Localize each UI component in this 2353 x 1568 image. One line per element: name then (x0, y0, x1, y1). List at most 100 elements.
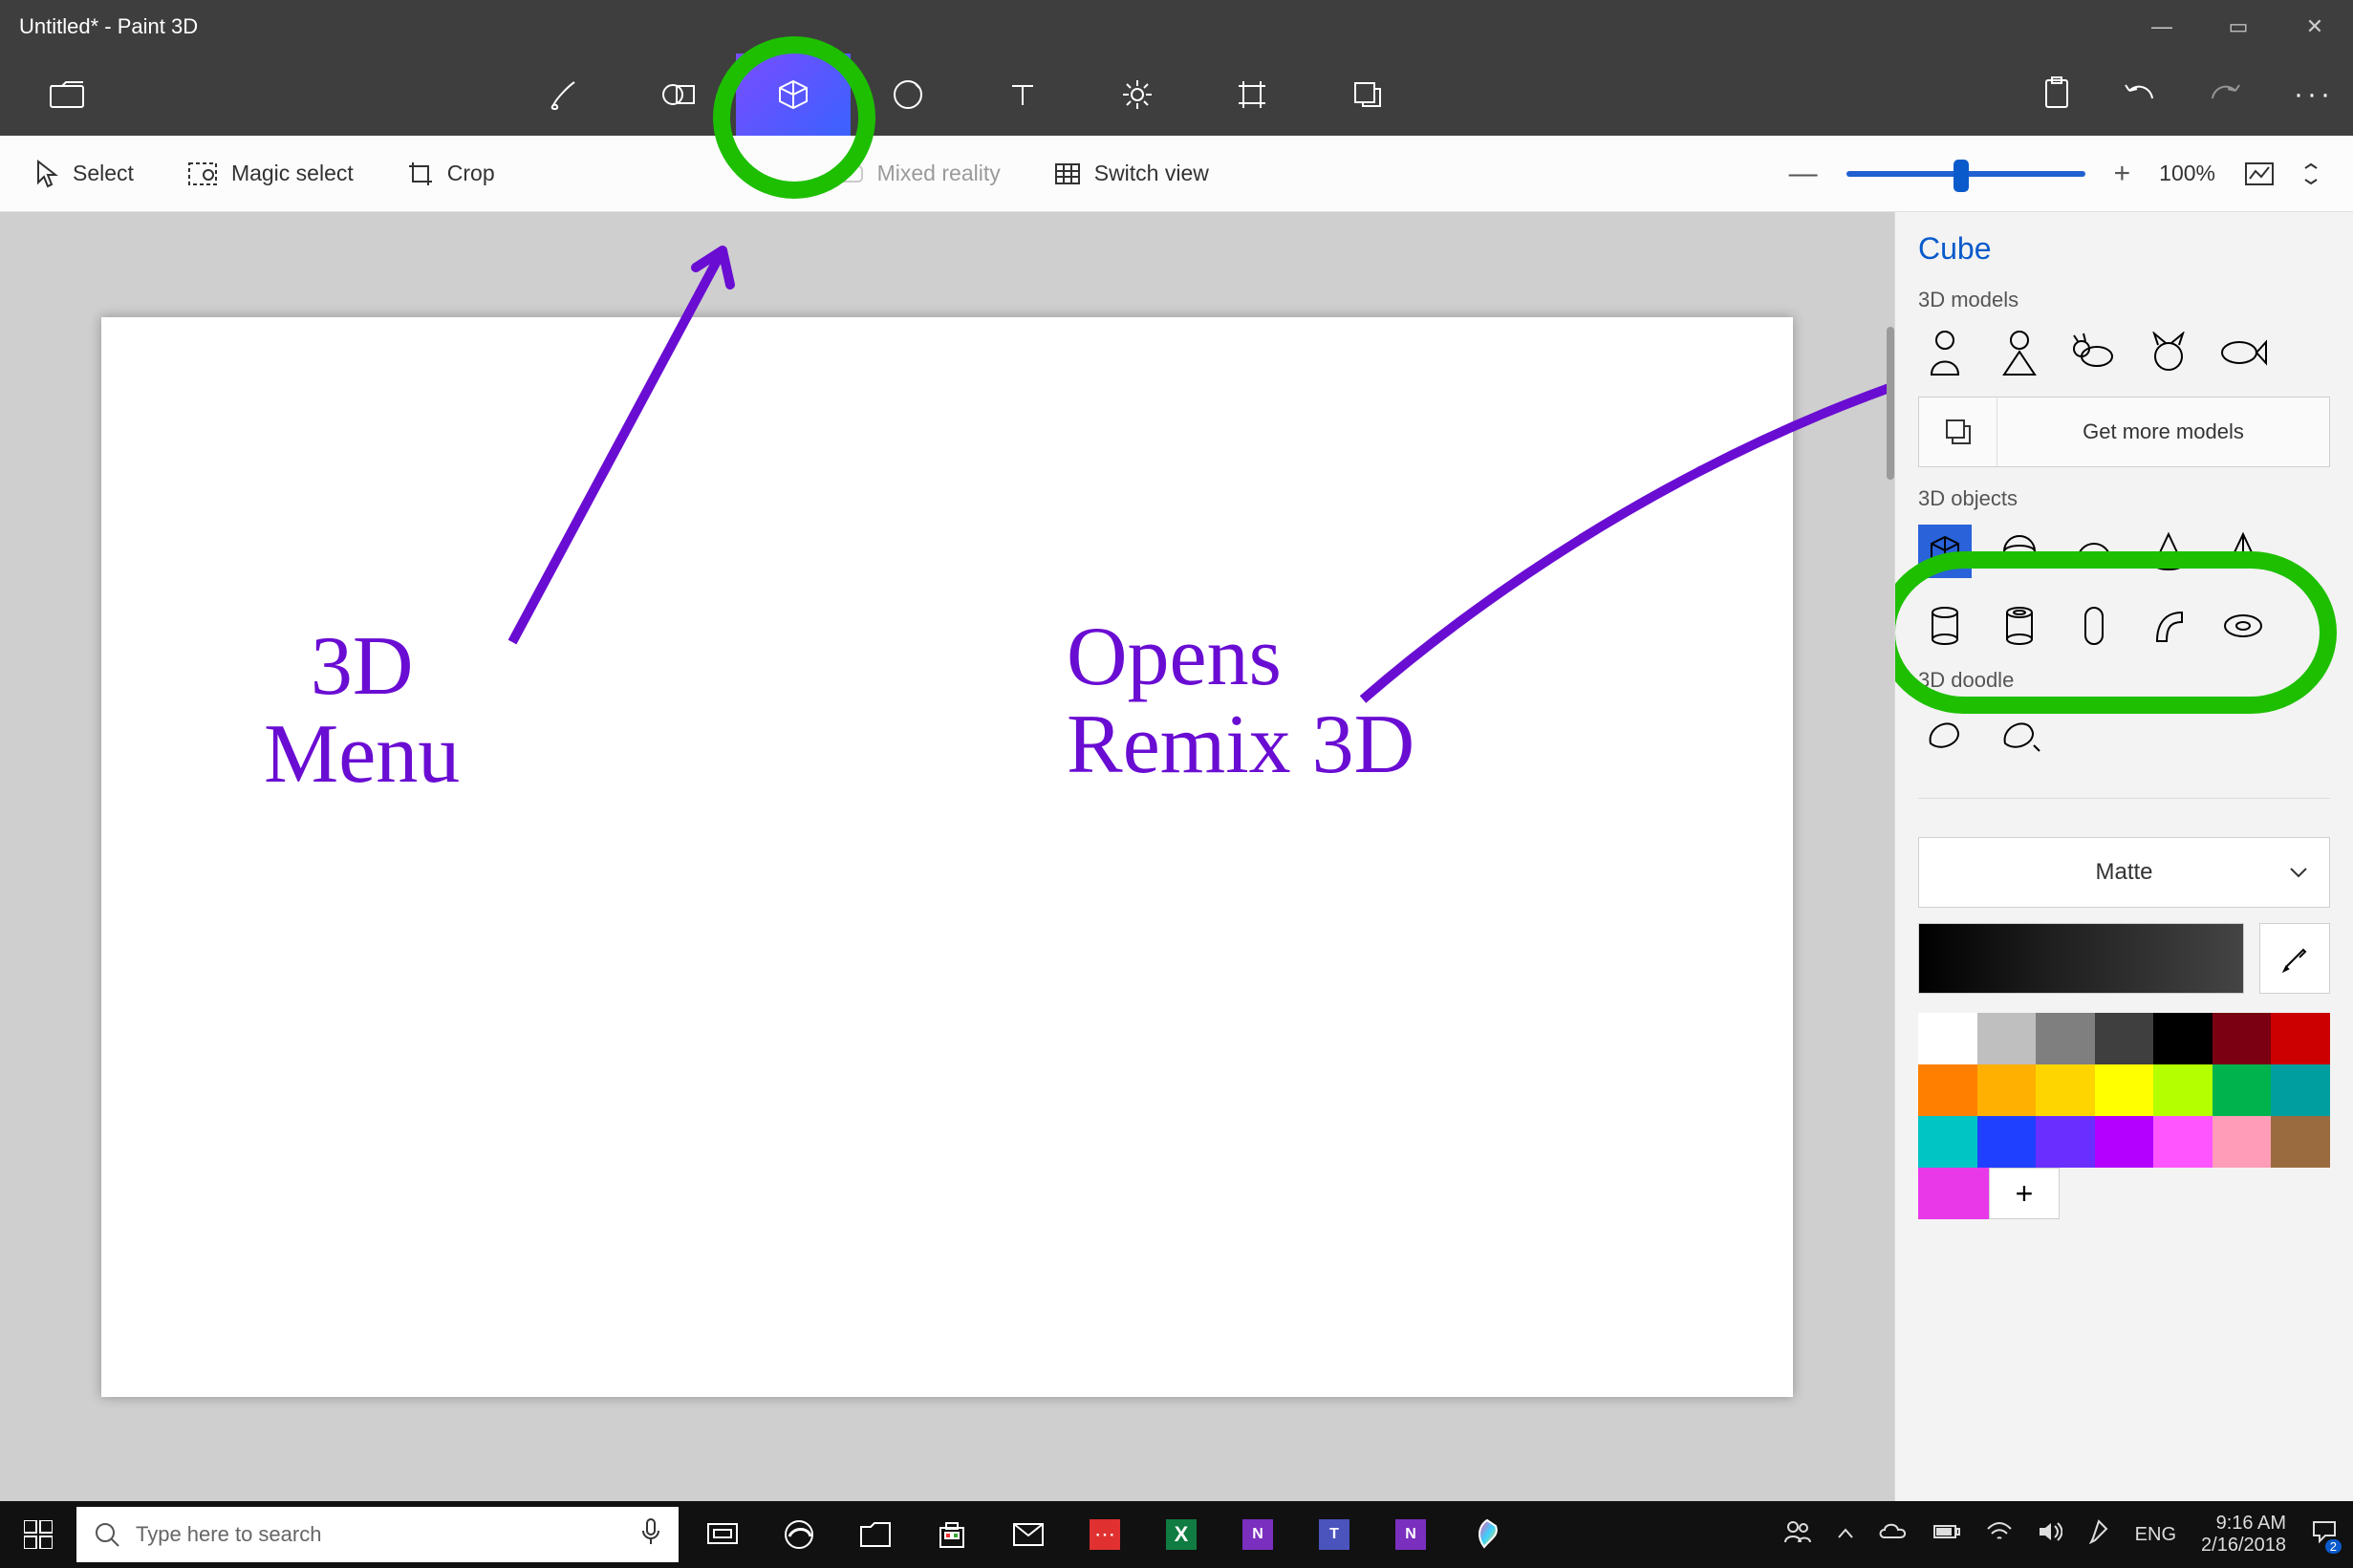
start-button[interactable] (0, 1501, 76, 1568)
annotation-text-3d-menu: 3DMenu (264, 623, 460, 800)
task-view-icon[interactable] (684, 1501, 761, 1568)
wifi-icon[interactable] (1986, 1521, 2013, 1548)
palette-swatch[interactable] (2036, 1116, 2095, 1168)
close-button[interactable]: ✕ (2277, 0, 2353, 54)
tray-chevron-up-icon[interactable] (1837, 1524, 1854, 1546)
undo-icon[interactable] (2124, 79, 2156, 111)
doughnut-icon[interactable] (2216, 599, 2270, 653)
edge-icon[interactable] (761, 1501, 837, 1568)
volume-icon[interactable] (2038, 1520, 2062, 1549)
paste-icon[interactable] (2042, 76, 2071, 114)
fish-icon[interactable] (2216, 326, 2270, 379)
zoom-in-button[interactable]: + (2114, 158, 2131, 190)
select-tool[interactable]: Select (17, 152, 151, 196)
palette-swatch[interactable] (2213, 1116, 2272, 1168)
paint3d-taskbar-icon[interactable] (1449, 1501, 1525, 1568)
palette-swatch[interactable] (2153, 1064, 2213, 1116)
palette-swatch[interactable] (2036, 1064, 2095, 1116)
taskbar-search[interactable]: Type here to search (76, 1507, 679, 1562)
palette-swatch[interactable] (1918, 1064, 1977, 1116)
canvas-crop-icon[interactable] (1195, 54, 1309, 136)
more-icon[interactable]: ··· (2294, 78, 2334, 111)
curved-cylinder-icon[interactable] (2142, 599, 2195, 653)
material-select[interactable]: Matte (1918, 837, 2330, 908)
zoom-slider[interactable] (1846, 171, 2085, 177)
maximize-button[interactable]: ▭ (2200, 0, 2277, 54)
palette-swatch[interactable] (2036, 1013, 2095, 1064)
excel-icon[interactable]: X (1143, 1501, 1220, 1568)
palette-swatch[interactable] (1977, 1013, 2037, 1064)
zoom-out-button[interactable]: — (1789, 158, 1818, 190)
add-color-button[interactable]: + (1989, 1168, 2060, 1219)
pen-tray-icon[interactable] (2087, 1519, 2110, 1550)
palette-swatch[interactable] (1918, 1116, 1977, 1168)
explorer-icon[interactable] (837, 1501, 914, 1568)
onenote-icon[interactable]: N (1220, 1501, 1296, 1568)
palette-swatch[interactable] (1977, 1116, 2037, 1168)
palette-swatch[interactable] (2271, 1116, 2330, 1168)
magic-select-tool[interactable]: Magic select (170, 153, 371, 194)
switch-view-tool[interactable]: Switch view (1037, 153, 1226, 194)
2d-shapes-icon[interactable] (621, 54, 736, 136)
brushes-icon[interactable] (507, 54, 621, 136)
3d-shapes-icon[interactable] (736, 54, 851, 136)
palette-swatch[interactable] (2271, 1013, 2330, 1064)
onedrive-icon[interactable] (1879, 1522, 1908, 1547)
custom-color-swatch[interactable] (1918, 1168, 1989, 1219)
app-red-icon[interactable]: ⋯ (1067, 1501, 1143, 1568)
palette-swatch[interactable] (2213, 1013, 2272, 1064)
sphere-icon[interactable] (1993, 525, 2046, 578)
minimize-button[interactable]: — (2124, 0, 2200, 54)
effects-icon[interactable] (1080, 54, 1195, 136)
capsule-icon[interactable] (2067, 599, 2121, 653)
palette-swatch[interactable] (1977, 1064, 2037, 1116)
people-icon[interactable] (1783, 1519, 1812, 1550)
zoom-level-text: 100% (2159, 161, 2215, 186)
tube-icon[interactable] (1993, 599, 2046, 653)
eyedropper-button[interactable] (2259, 923, 2330, 994)
zoom-dropdown-icon[interactable] (2303, 162, 2319, 185)
mixed-reality-tool[interactable]: Mixed reality (818, 153, 1018, 194)
hemisphere-icon[interactable] (2067, 525, 2121, 578)
palette-swatch[interactable] (2095, 1064, 2154, 1116)
man-icon[interactable] (1918, 326, 1972, 379)
palette-swatch[interactable] (2213, 1064, 2272, 1116)
text-icon[interactable] (965, 54, 1080, 136)
palette-swatch[interactable] (2095, 1116, 2154, 1168)
palette-swatch[interactable] (2153, 1116, 2213, 1168)
cylinder-icon[interactable] (1918, 599, 1972, 653)
crop-tool[interactable]: Crop (390, 153, 512, 195)
redo-icon[interactable] (2209, 79, 2241, 111)
store-icon[interactable] (914, 1501, 990, 1568)
stickers-icon[interactable] (851, 54, 965, 136)
action-center-icon[interactable]: 2 (2311, 1519, 2338, 1550)
mic-icon[interactable] (640, 1517, 661, 1552)
fit-to-screen-icon[interactable] (2244, 161, 2275, 186)
menu-file-icon[interactable] (0, 54, 134, 136)
zoom-slider-thumb[interactable] (1954, 160, 1969, 192)
palette-swatch[interactable] (2095, 1013, 2154, 1064)
pyramid-icon[interactable] (2216, 525, 2270, 578)
battery-icon[interactable] (1932, 1523, 1961, 1546)
sharp-edge-doodle-icon[interactable] (1993, 706, 2046, 760)
scrollbar-vertical[interactable] (1887, 327, 1894, 480)
soft-edge-doodle-icon[interactable] (1918, 706, 1972, 760)
canvas[interactable]: 3DMenu OpensRemix 3D (101, 317, 1793, 1397)
palette-swatch[interactable] (1918, 1013, 1977, 1064)
language-indicator[interactable]: ENG (2135, 1524, 2176, 1546)
palette-swatch[interactable] (2153, 1013, 2213, 1064)
dog-icon[interactable] (2067, 326, 2121, 379)
canvas-area: 3DMenu OpensRemix 3D (0, 212, 1894, 1501)
cube-icon[interactable] (1918, 525, 1972, 578)
woman-icon[interactable] (1993, 326, 2046, 379)
remix3d-icon[interactable] (1309, 54, 1424, 136)
get-more-models-button[interactable]: Get more models (1918, 397, 2330, 467)
palette-swatch[interactable] (2271, 1064, 2330, 1116)
onenote2-icon[interactable]: N (1372, 1501, 1449, 1568)
cone-icon[interactable] (2142, 525, 2195, 578)
current-color-swatch[interactable] (1918, 923, 2244, 994)
taskbar-clock[interactable]: 9:16 AM 2/16/2018 (2201, 1513, 2286, 1557)
cat-icon[interactable] (2142, 326, 2195, 379)
mail-icon[interactable] (990, 1501, 1067, 1568)
teams-icon[interactable]: T (1296, 1501, 1372, 1568)
